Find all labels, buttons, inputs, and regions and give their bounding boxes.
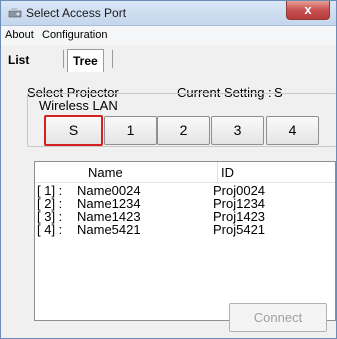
connect-button[interactable]: Connect bbox=[229, 303, 327, 332]
column-header-id[interactable]: ID bbox=[221, 165, 234, 180]
row-index: [ 4] : bbox=[37, 222, 63, 237]
list-header: Name ID bbox=[35, 162, 335, 183]
row-name: Name5421 bbox=[77, 222, 141, 237]
tab-list[interactable]: List bbox=[3, 49, 34, 71]
tab-divider bbox=[112, 50, 113, 68]
projector-list[interactable]: Name ID [ 1] : Name0024 Proj0024 [ 2] : … bbox=[34, 161, 336, 321]
wireless-lan-label: Wireless LAN bbox=[37, 98, 120, 113]
menu-about[interactable]: About bbox=[5, 29, 34, 41]
menu-configuration[interactable]: Configuration bbox=[42, 29, 107, 41]
select-access-port-window: Select Access Port x About Configuration… bbox=[0, 0, 337, 339]
port-button-3[interactable]: 3 bbox=[211, 116, 264, 145]
title-bar[interactable]: Select Access Port x bbox=[1, 1, 336, 26]
app-icon bbox=[8, 8, 22, 18]
tab-tree[interactable]: Tree bbox=[67, 49, 104, 72]
table-row[interactable]: [ 4] : Name5421 Proj5421 bbox=[35, 223, 335, 236]
row-id: Proj5421 bbox=[213, 222, 266, 237]
port-button-s[interactable]: S bbox=[44, 115, 103, 146]
port-button-2[interactable]: 2 bbox=[157, 116, 210, 145]
port-button-4[interactable]: 4 bbox=[266, 116, 319, 145]
menu-bar: About Configuration bbox=[1, 26, 336, 45]
tab-bar: List Tree bbox=[1, 45, 336, 72]
port-button-1[interactable]: 1 bbox=[104, 116, 157, 145]
column-divider bbox=[217, 162, 218, 182]
window-title: Select Access Port bbox=[26, 6, 127, 20]
tab-divider bbox=[63, 50, 64, 68]
close-button[interactable]: x bbox=[286, 1, 330, 20]
column-header-name[interactable]: Name bbox=[88, 165, 123, 180]
